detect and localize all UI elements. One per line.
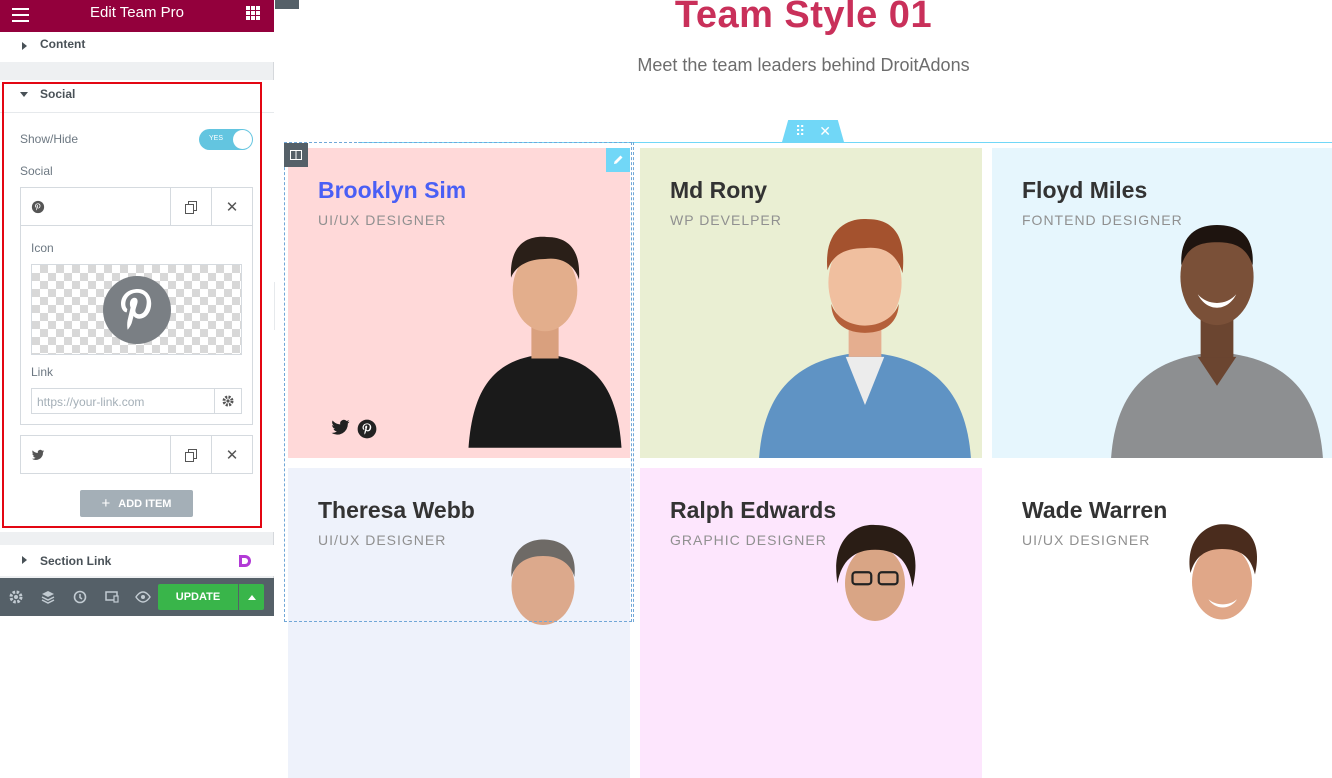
twitter-icon (31, 449, 45, 460)
section-social-label: Social (40, 87, 76, 101)
droit-logo-icon (239, 555, 251, 567)
member-name: Wade Warren (1022, 497, 1168, 523)
team-card[interactable]: Floyd Miles FONTEND DESIGNER (992, 148, 1332, 458)
navigator-layers-icon[interactable] (40, 589, 56, 605)
column-divider (633, 142, 634, 622)
member-role: UI/UX DESIGNER (318, 532, 447, 548)
team-card[interactable]: Brooklyn Sim UI/UX DESIGNER (288, 148, 630, 458)
section-handle[interactable]: ⠿ ✕ (782, 120, 844, 142)
editor-panel: Edit Team Pro Content Social Show/Hide Y… (0, 0, 274, 616)
team-member-photo (759, 219, 971, 458)
team-card[interactable]: Ralph Edwards GRAPHIC DESIGNER (640, 468, 982, 778)
team-member-photo (511, 539, 575, 625)
team-card[interactable]: Wade Warren UI/UX DESIGNER (992, 468, 1332, 778)
duplicate-icon[interactable] (170, 436, 211, 474)
member-role: UI/UX DESIGNER (1022, 532, 1151, 548)
pinterest-icon (103, 276, 171, 344)
team-card[interactable]: Theresa Webb UI/UX DESIGNER (288, 468, 630, 778)
edit-widget-button[interactable] (606, 148, 630, 172)
member-name: Floyd Miles (1022, 177, 1148, 203)
member-socials (330, 419, 377, 439)
section-outline (358, 142, 1332, 143)
twitter-icon[interactable] (330, 419, 351, 437)
add-item-button[interactable]: + ADD ITEM (80, 490, 193, 517)
duplicate-icon[interactable] (170, 188, 211, 226)
add-item-label: ADD ITEM (118, 497, 172, 510)
section-link-label: Section Link (40, 554, 112, 568)
history-icon[interactable] (72, 589, 88, 605)
repeater-item-header[interactable]: ✕ (21, 188, 252, 226)
caret-up-icon (247, 594, 256, 600)
member-name: Ralph Edwards (670, 497, 837, 523)
section-section-link[interactable]: Section Link (0, 545, 274, 576)
responsive-mode-icon[interactable] (104, 589, 120, 605)
column-handle[interactable] (284, 143, 308, 167)
member-role: GRAPHIC DESIGNER (670, 532, 827, 548)
team-card[interactable]: Md Rony WP DEVELPER (640, 148, 982, 458)
remove-icon[interactable]: ✕ (211, 188, 252, 226)
gear-icon[interactable] (214, 388, 242, 414)
link-url-input[interactable]: https://your-link.com (31, 388, 215, 414)
plus-icon: + (101, 495, 111, 512)
widgets-grid-icon[interactable] (246, 6, 260, 20)
pinterest-icon[interactable] (357, 419, 377, 439)
member-name: Brooklyn Sim (318, 177, 467, 203)
drag-handle-icon[interactable]: ⠿ (795, 123, 805, 140)
repeater-item-header[interactable]: ✕ (21, 436, 252, 474)
social-repeater-label: Social (20, 164, 53, 178)
pinterest-icon (31, 200, 45, 214)
preview-eye-icon[interactable] (135, 589, 151, 605)
team-member-photo (1111, 224, 1323, 458)
caret-right-icon (22, 42, 27, 50)
pencil-icon (614, 155, 623, 164)
member-role: UI/UX DESIGNER (318, 212, 447, 228)
team-member-photo (1189, 524, 1258, 620)
page-title: Team Style 01 (674, 0, 933, 36)
settings-icon[interactable] (8, 589, 24, 605)
panel-title: Edit Team Pro (90, 4, 184, 21)
member-role: FONTEND DESIGNER (1022, 212, 1183, 228)
canvas-corner-tab[interactable] (275, 0, 299, 9)
page-subtitle: Meet the team leaders behind DroitAdons (637, 55, 970, 75)
update-options-button[interactable] (239, 584, 264, 610)
link-label: Link (31, 365, 54, 379)
team-member-photo (468, 236, 622, 448)
close-icon[interactable]: ✕ (819, 123, 831, 140)
icon-picker-preview[interactable] (31, 264, 242, 355)
toggle-knob (233, 130, 252, 149)
toggle-state-text: YES (209, 135, 224, 142)
panel-header: Edit Team Pro (0, 0, 274, 32)
section-content-label: Content (40, 37, 86, 51)
member-name: Theresa Webb (318, 497, 475, 523)
section-social[interactable]: Social (0, 80, 274, 113)
repeater-item-twitter: ✕ (20, 435, 253, 474)
member-name: Md Rony (670, 177, 768, 203)
remove-icon[interactable]: ✕ (211, 436, 252, 474)
show-hide-label: Show/Hide (20, 132, 79, 146)
member-role: WP DEVELPER (670, 212, 782, 228)
caret-right-icon (22, 556, 27, 564)
icon-label: Icon (31, 241, 54, 255)
caret-down-icon (20, 92, 28, 97)
column-icon (290, 150, 302, 160)
update-button[interactable]: UPDATE (158, 584, 238, 610)
section-content[interactable]: Content (0, 32, 274, 62)
show-hide-toggle[interactable]: YES (199, 129, 253, 150)
